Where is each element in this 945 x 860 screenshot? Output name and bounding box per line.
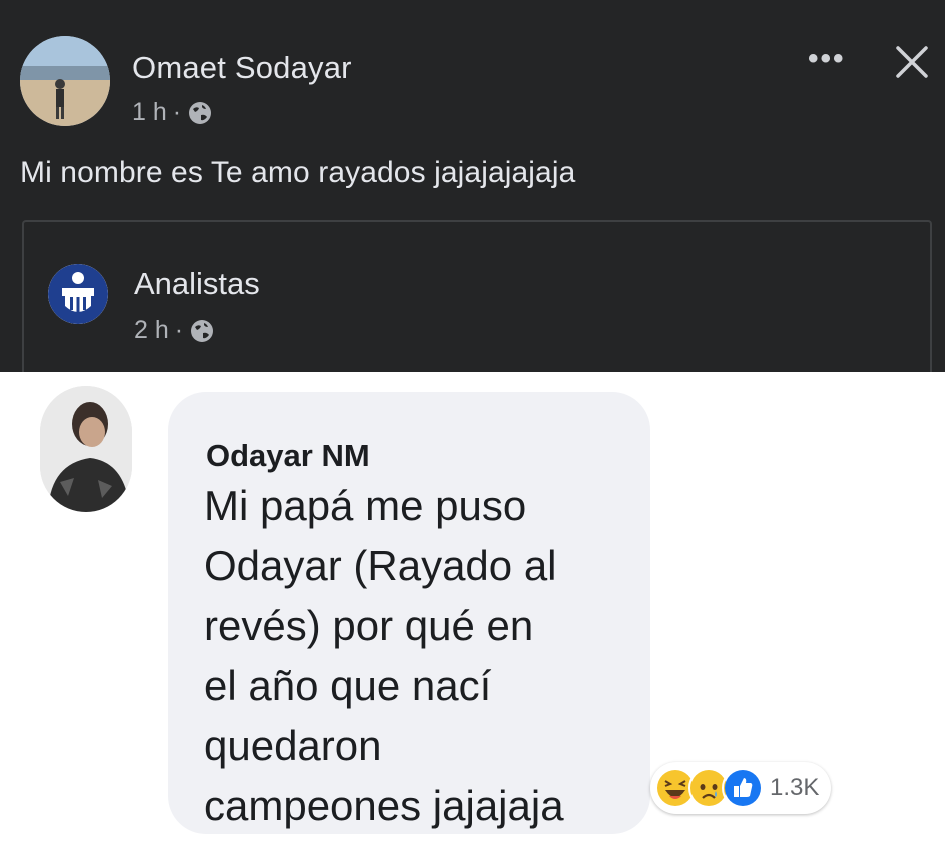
shared-post-meta: 2 h · (134, 316, 215, 345)
comment-bubble: Odayar NM Mi papá me puso Odayar (Rayado… (168, 392, 650, 834)
post-time[interactable]: 1 h (132, 98, 167, 127)
shared-post-time[interactable]: 2 h (134, 316, 169, 345)
globe-icon (189, 318, 215, 344)
page-avatar[interactable] (48, 264, 108, 324)
reaction-summary[interactable]: 1.3K (650, 762, 832, 814)
globe-icon (187, 100, 213, 126)
like-icon (722, 767, 764, 809)
post-meta: 1 h · (132, 98, 213, 127)
author-avatar[interactable] (20, 36, 110, 126)
reaction-count[interactable]: 1.3K (770, 774, 819, 802)
meta-separator: · (172, 98, 182, 126)
post-card: Omaet Sodayar 1 h · ••• Mi nombre es Te … (0, 0, 945, 380)
more-options-icon[interactable]: ••• (808, 42, 846, 76)
page-name[interactable]: Analistas (134, 266, 260, 302)
meta-separator: · (174, 316, 184, 344)
divider (0, 852, 945, 860)
close-icon[interactable] (888, 38, 936, 86)
commenter-name[interactable]: Odayar NM (206, 438, 370, 474)
author-name[interactable]: Omaet Sodayar (132, 50, 352, 86)
shared-post[interactable]: Analistas 2 h · (22, 220, 932, 380)
comment-text: Mi papá me puso Odayar (Rayado al revés)… (204, 482, 564, 829)
comment-screenshot: Odayar NM Mi papá me puso Odayar (Rayado… (0, 372, 945, 860)
post-text: Mi nombre es Te amo rayados jajajajajaja (20, 156, 576, 189)
commenter-avatar[interactable] (40, 386, 132, 512)
